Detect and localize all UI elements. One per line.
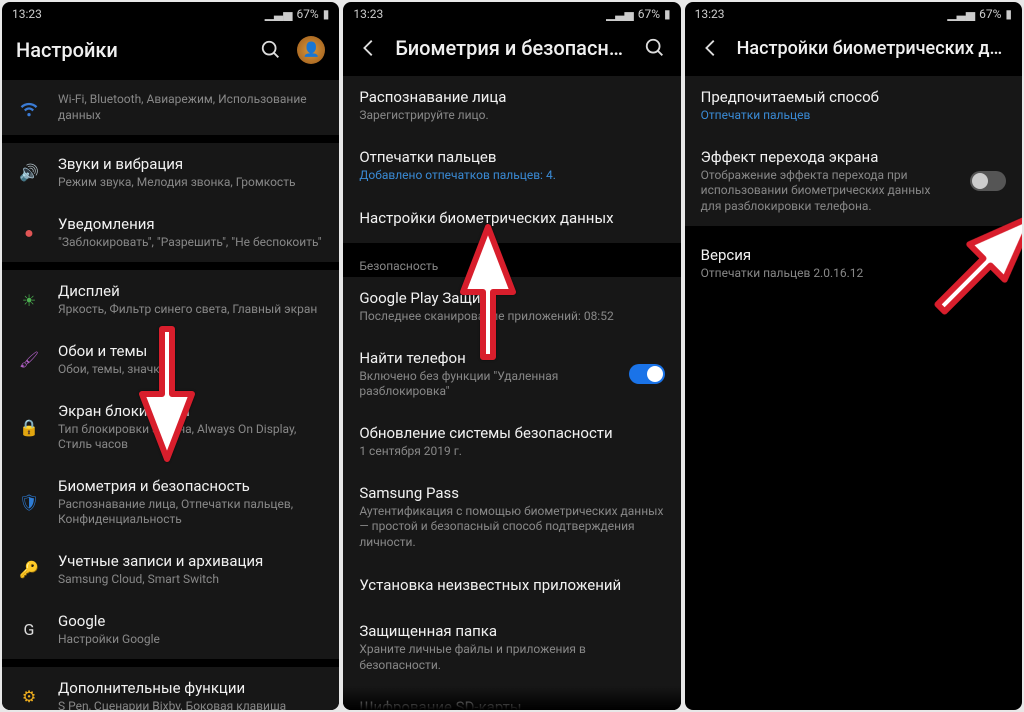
signal-icon: ▁▃▅	[606, 7, 634, 21]
signal-icon: ▁▃▅	[265, 7, 293, 21]
settings-list[interactable]: Wi-Fi, Bluetooth, Авиарежим, Использован…	[2, 80, 339, 710]
gear-icon: ⚙	[18, 687, 40, 706]
item-play-protect[interactable]: Google Play Защита Последнее сканировани…	[343, 277, 680, 337]
item-face[interactable]: Распознавание лица Зарегистрируйте лицо.	[343, 76, 680, 136]
settings-list[interactable]: Предпочитаемый способ Отпечатки пальцев …	[685, 76, 1022, 710]
header: Биометрия и безопасность	[343, 26, 680, 76]
avatar[interactable]: 👤	[297, 36, 325, 64]
status-icons: ▁▃▅ 67% ▮	[947, 7, 1012, 21]
page-title: Биометрия и безопасность	[395, 36, 628, 60]
back-icon[interactable]	[699, 36, 723, 60]
clock: 13:23	[695, 7, 725, 21]
shield-icon: 🛡	[18, 493, 40, 512]
status-bar: 13:23 ▁▃▅ 67% ▮	[2, 2, 339, 26]
status-bar: 13:23 ▁▃▅ 67% ▮	[685, 2, 1022, 26]
sound-icon: 🔊	[18, 163, 40, 182]
item-biometric-settings[interactable]: Настройки биометрических данных	[343, 195, 680, 243]
page-title: Настройки	[16, 38, 245, 62]
find-phone-toggle[interactable]	[629, 364, 665, 384]
item-themes[interactable]: 🖌 Обои и темы Обои, темы, значки	[2, 330, 339, 390]
header: Настройки биометрических данных	[685, 26, 1022, 76]
wifi-icon	[18, 98, 40, 118]
item-connections[interactable]: Wi-Fi, Bluetooth, Авиарежим, Использован…	[2, 80, 339, 135]
item-security-update[interactable]: Обновление системы безопасности 1 сентяб…	[343, 412, 680, 472]
item-fingerprint[interactable]: Отпечатки пальцев Добавлено отпечатков п…	[343, 136, 680, 196]
item-transition-effect[interactable]: Эффект перехода экрана Отображение эффек…	[685, 136, 1022, 227]
item-lockscreen[interactable]: 🔒 Экран блокировки Тип блокировки экрана…	[2, 390, 339, 465]
brightness-icon: ☀	[18, 291, 40, 310]
fade-overlay	[343, 686, 680, 710]
clock: 13:23	[353, 7, 383, 21]
item-preferred-method[interactable]: Предпочитаемый способ Отпечатки пальцев	[685, 76, 1022, 136]
lock-icon: 🔒	[18, 418, 40, 437]
biometrics-security-screen: 13:23 ▁▃▅ 67% ▮ Биометрия и безопасность…	[343, 2, 680, 710]
battery-icon: ▮	[323, 7, 330, 21]
settings-list[interactable]: Распознавание лица Зарегистрируйте лицо.…	[343, 76, 680, 710]
item-sound[interactable]: 🔊 Звуки и вибрация Режим звука, Мелодия …	[2, 143, 339, 203]
section-header-security: Безопасность	[343, 251, 680, 277]
battery-icon: ▮	[1005, 7, 1012, 21]
item-accounts[interactable]: 🔑 Учетные записи и архивация Samsung Clo…	[2, 540, 339, 600]
status-icons: ▁▃▅ 67% ▮	[265, 7, 330, 21]
clock: 13:23	[12, 7, 42, 21]
item-samsung-pass[interactable]: Samsung Pass Аутентификация с помощью би…	[343, 472, 680, 563]
item-google[interactable]: G Google Настройки Google	[2, 600, 339, 660]
header: Настройки 👤	[2, 26, 339, 80]
item-secure-folder[interactable]: Защищенная папка Храните личные файлы и …	[343, 610, 680, 685]
item-sub: Wi-Fi, Bluetooth, Авиарежим, Использован…	[58, 92, 323, 123]
item-biometrics[interactable]: 🛡 Биометрия и безопасность Распознавание…	[2, 465, 339, 540]
item-advanced[interactable]: ⚙ Дополнительные функции S Pen, Сценарии…	[2, 667, 339, 710]
google-icon: G	[18, 620, 40, 639]
item-find-phone[interactable]: Найти телефон Включено без функции "Удал…	[343, 337, 680, 412]
item-display[interactable]: ☀ Дисплей Яркость, Фильтр синего света, …	[2, 270, 339, 330]
key-icon: 🔑	[18, 560, 40, 579]
item-notifications[interactable]: ● Уведомления "Заблокировать", "Разрешит…	[2, 203, 339, 263]
signal-icon: ▁▃▅	[947, 7, 975, 21]
search-icon[interactable]	[259, 38, 283, 62]
search-icon[interactable]	[643, 36, 667, 60]
biometric-data-settings-screen: 13:23 ▁▃▅ 67% ▮ Настройки биометрических…	[685, 2, 1022, 710]
transition-effect-toggle[interactable]	[970, 171, 1006, 191]
notification-icon: ●	[18, 223, 40, 243]
battery-icon: ▮	[664, 7, 671, 21]
themes-icon: 🖌	[18, 350, 40, 369]
status-bar: 13:23 ▁▃▅ 67% ▮	[343, 2, 680, 26]
page-title: Настройки биометрических данных	[737, 38, 1008, 59]
item-version: Версия Отпечатки пальцев 2.0.16.12	[685, 234, 1022, 292]
back-icon[interactable]	[357, 36, 381, 60]
status-icons: ▁▃▅ 67% ▮	[606, 7, 671, 21]
item-unknown-apps[interactable]: Установка неизвестных приложений	[343, 562, 680, 610]
settings-root-screen: 13:23 ▁▃▅ 67% ▮ Настройки 👤 Wi-Fi, Bluet…	[2, 2, 339, 710]
